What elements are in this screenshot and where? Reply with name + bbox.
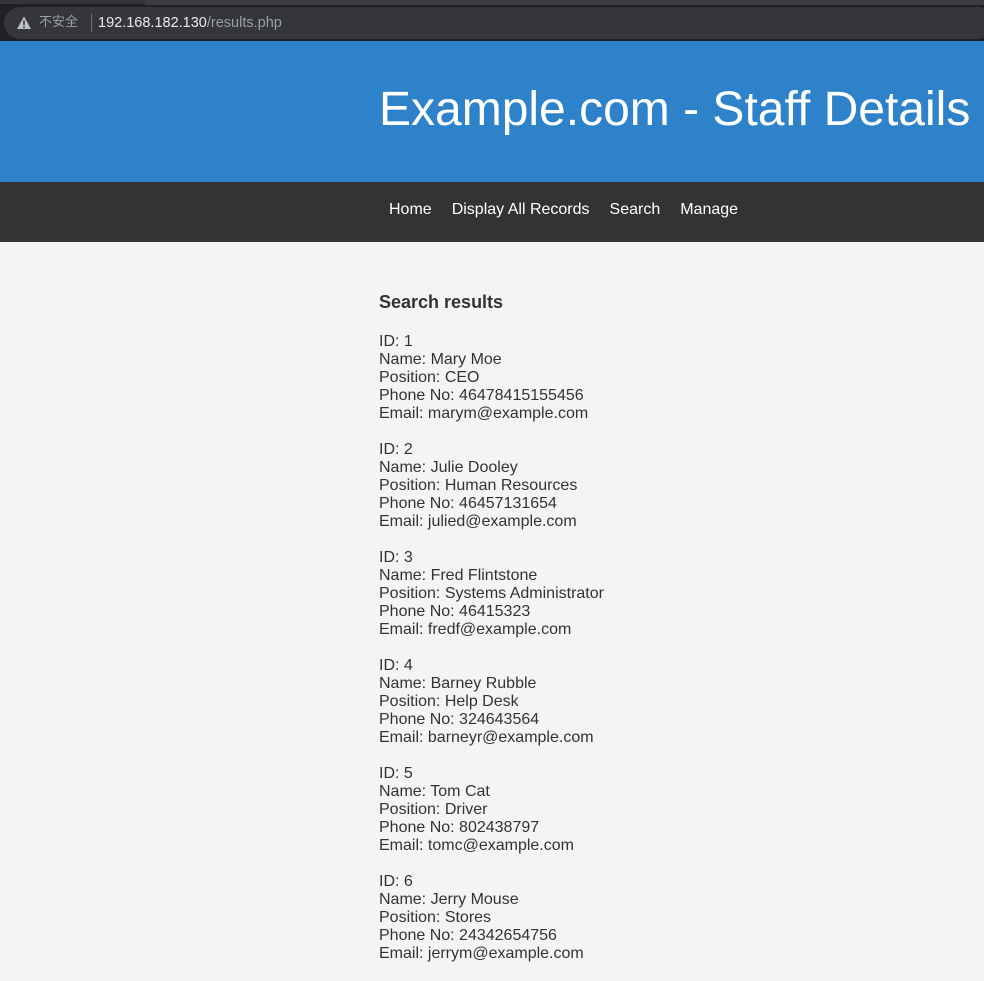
record-position: Position: Stores [379, 909, 492, 926]
browser-toolbar: 不安全 192.168.182.130/results.php [0, 0, 984, 41]
record-position: Position: Help Desk [379, 693, 519, 710]
nav-link-display-all-records[interactable]: Display All Records [442, 200, 600, 220]
record-name: Name: Mary Moe [379, 351, 502, 368]
record-phone: Phone No: 324643564 [379, 711, 540, 728]
staff-record: ID: 2 Name: Julie Dooley Position: Human… [379, 441, 939, 531]
record-id: ID: 2 [379, 441, 413, 458]
record-id: ID: 3 [379, 549, 413, 566]
url-path: /results.php [206, 15, 282, 31]
record-phone: Phone No: 802438797 [379, 819, 540, 836]
record-name: Name: Barney Rubble [379, 675, 537, 692]
address-bar-divider [91, 14, 92, 32]
security-status-label[interactable]: 不安全 [39, 14, 78, 32]
record-email: Email: jerrym@example.com [379, 945, 584, 962]
nav-link-search[interactable]: Search [600, 200, 671, 220]
record-phone: Phone No: 46478415155456 [379, 387, 584, 404]
staff-record: ID: 4 Name: Barney Rubble Position: Help… [379, 657, 939, 747]
record-position: Position: Driver [379, 801, 488, 818]
record-phone: Phone No: 46457131654 [379, 495, 557, 512]
browser-tab-edge [145, 0, 984, 5]
warning-triangle-icon[interactable] [16, 15, 32, 31]
record-email: Email: marym@example.com [379, 405, 589, 422]
record-email: Email: tomc@example.com [379, 837, 574, 854]
record-position: Position: Systems Administrator [379, 585, 604, 602]
record-id: ID: 1 [379, 333, 413, 350]
record-id: ID: 5 [379, 765, 413, 782]
results-heading: Search results [379, 292, 504, 312]
nav-links: Home Display All Records Search Manage [379, 200, 748, 220]
staff-record: ID: 1 Name: Mary Moe Position: CEO Phone… [379, 333, 939, 423]
staff-record: ID: 3 Name: Fred Flintstone Position: Sy… [379, 549, 939, 639]
site-title: Example.com - Staff Details [379, 83, 971, 136]
site-header: Example.com - Staff Details [0, 41, 984, 182]
nav-link-home[interactable]: Home [379, 200, 442, 220]
record-position: Position: Human Resources [379, 477, 578, 494]
address-bar[interactable]: 不安全 192.168.182.130/results.php [4, 7, 984, 39]
record-name: Name: Jerry Mouse [379, 891, 519, 908]
record-name: Name: Tom Cat [379, 783, 490, 800]
record-phone: Phone No: 46415323 [379, 603, 531, 620]
main-nav: Home Display All Records Search Manage [0, 182, 984, 242]
nav-link-manage[interactable]: Manage [670, 200, 748, 220]
record-id: ID: 6 [379, 873, 413, 890]
record-email: Email: fredf@example.com [379, 621, 572, 638]
url-host: 192.168.182.130 [98, 15, 207, 31]
record-id: ID: 4 [379, 657, 413, 674]
record-email: Email: julied@example.com [379, 513, 577, 530]
record-phone: Phone No: 24342654756 [379, 927, 557, 944]
record-name: Name: Julie Dooley [379, 459, 518, 476]
search-results: Search results ID: 1 Name: Mary Moe Posi… [379, 290, 939, 981]
url-text[interactable]: 192.168.182.130/results.php [98, 13, 282, 33]
staff-record: ID: 5 Name: Tom Cat Position: Driver Pho… [379, 765, 939, 855]
record-position: Position: CEO [379, 369, 480, 386]
record-email: Email: barneyr@example.com [379, 729, 594, 746]
record-name: Name: Fred Flintstone [379, 567, 538, 584]
staff-record: ID: 6 Name: Jerry Mouse Position: Stores… [379, 873, 939, 963]
